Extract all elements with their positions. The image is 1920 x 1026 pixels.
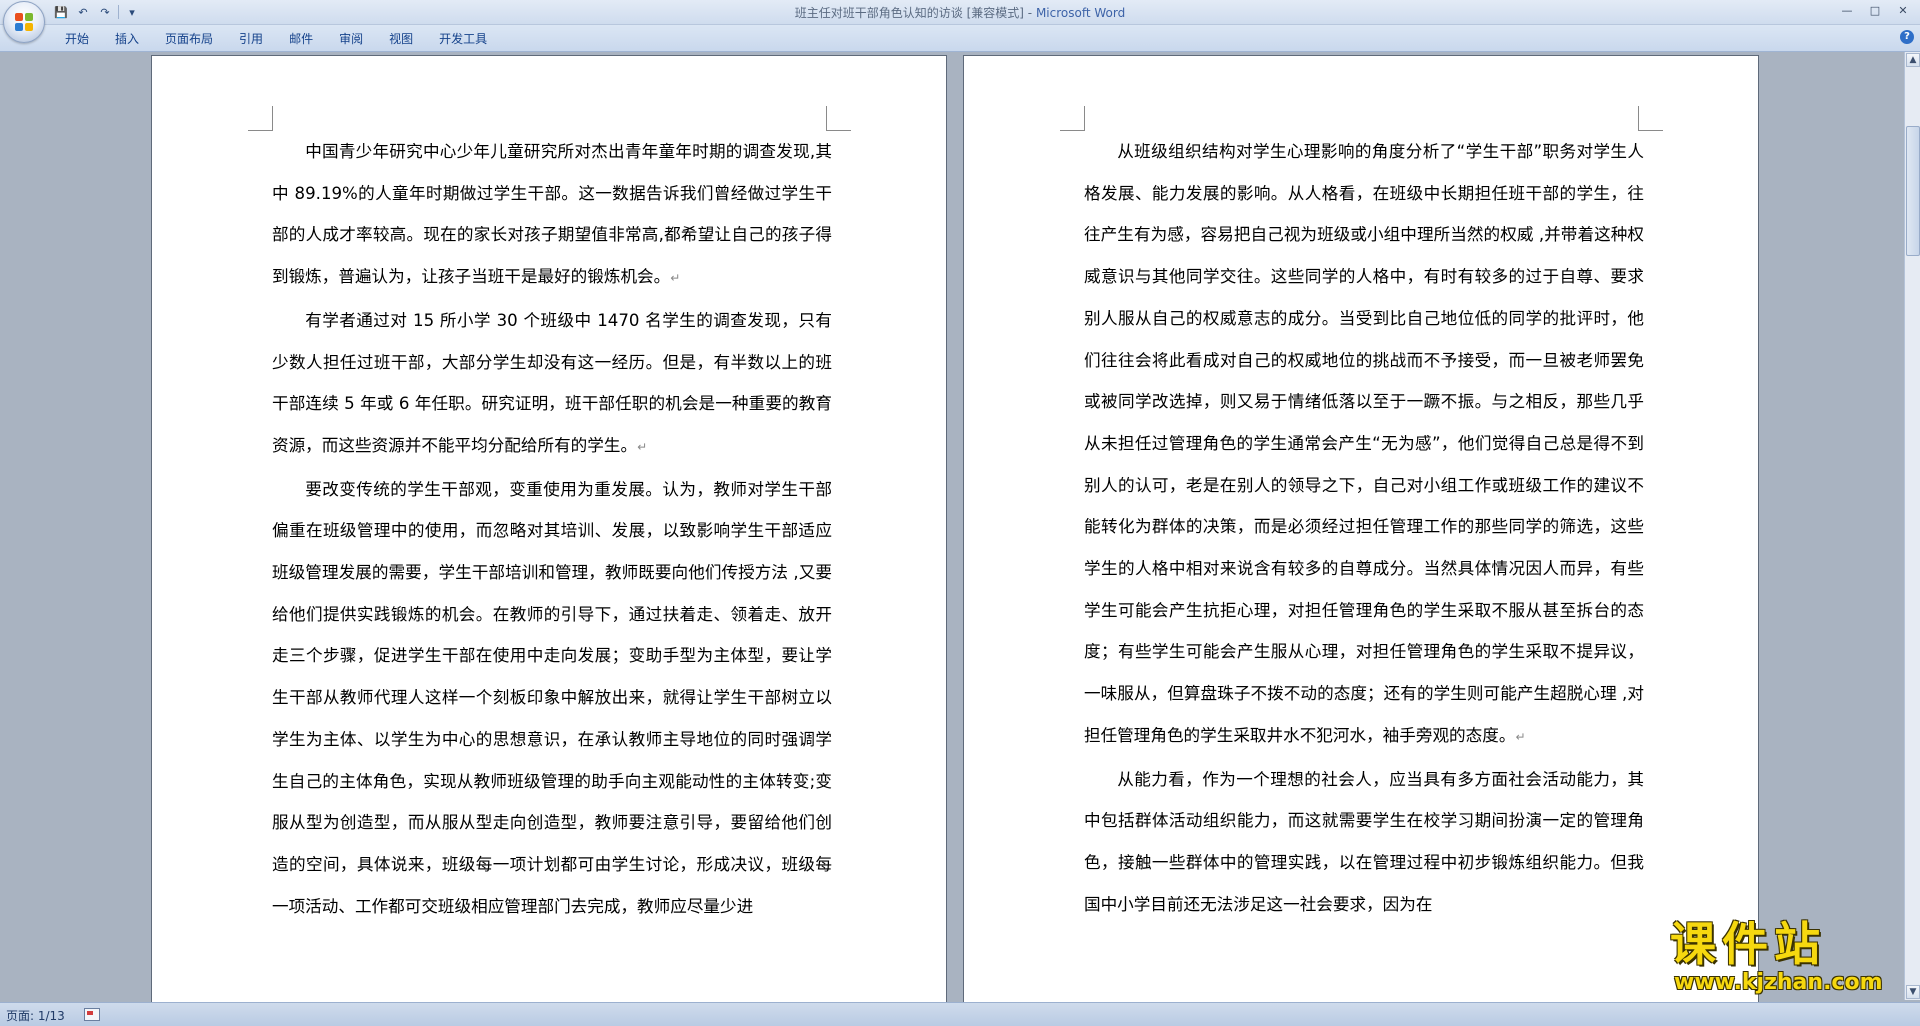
- title-bar: 💾 ↶ ↷ ▾ 班主任对班干部角色认知的访谈 [兼容模式] - Microsof…: [0, 0, 1920, 43]
- margin-corner-top-left: [1060, 106, 1085, 131]
- help-icon[interactable]: ?: [1900, 30, 1914, 44]
- close-button[interactable]: ✕: [1890, 2, 1916, 19]
- window-controls: — □ ✕: [1834, 2, 1916, 19]
- tab-page-layout[interactable]: 页面布局: [152, 29, 226, 49]
- paragraph: 要改变传统的学生干部观，变重使用为重发展。认为，教师对学生干部偏重在班级管理中的…: [272, 469, 832, 928]
- paragraph-mark: ↵: [670, 271, 681, 286]
- app-name: Microsoft Word: [1035, 6, 1126, 20]
- paragraph-mark: ↵: [637, 439, 648, 454]
- status-bar: 页面: 1/13: [0, 1002, 1920, 1026]
- margin-corner-top-left: [248, 106, 273, 131]
- paragraph-text: 从班级组织结构对学生心理影响的角度分析了“学生干部”职务对学生人格发展、能力发展…: [1084, 142, 1644, 745]
- title-separator: -: [1023, 6, 1036, 20]
- proofing-status-icon[interactable]: [84, 1008, 100, 1021]
- tab-review[interactable]: 审阅: [326, 29, 376, 49]
- paragraph-text: 从能力看，作为一个理想的社会人，应当具有多方面社会活动能力，其中包括群体活动组织…: [1084, 769, 1644, 914]
- vertical-scrollbar[interactable]: ▲ ▼: [1904, 52, 1920, 1000]
- paragraph-text: 要改变传统的学生干部观，变重使用为重发展。认为，教师对学生干部偏重在班级管理中的…: [272, 479, 832, 916]
- document-area: 中国青少年研究中心少年儿童研究所对杰出青年童年时期的调查发现,其中 89.19%…: [0, 52, 1904, 1002]
- paragraph: 从能力看，作为一个理想的社会人，应当具有多方面社会活动能力，其中包括群体活动组织…: [1084, 759, 1644, 926]
- watermark: 课件站 www.kjzhan.com: [1670, 918, 1902, 998]
- tab-home[interactable]: 开始: [52, 29, 102, 49]
- tab-view[interactable]: 视图: [376, 29, 426, 49]
- watermark-title: 课件站: [1670, 917, 1826, 971]
- office-button[interactable]: [3, 1, 45, 43]
- margin-corner-top-right: [1638, 106, 1663, 131]
- paragraph: 有学者通过对 15 所小学 30 个班级中 1470 名学生的调查发现，只有少数…: [272, 300, 832, 469]
- scroll-down-icon[interactable]: ▼: [1906, 985, 1920, 999]
- paragraph-mark: ↵: [1515, 729, 1526, 744]
- tab-insert[interactable]: 插入: [102, 29, 152, 49]
- document-page-right[interactable]: 从班级组织结构对学生心理影响的角度分析了“学生干部”职务对学生人格发展、能力发展…: [964, 56, 1758, 1002]
- page-left-text[interactable]: 中国青少年研究中心少年儿童研究所对杰出青年童年时期的调查发现,其中 89.19%…: [272, 131, 832, 927]
- maximize-button[interactable]: □: [1862, 2, 1888, 19]
- page-right-text[interactable]: 从班级组织结构对学生心理影响的角度分析了“学生干部”职务对学生人格发展、能力发展…: [1084, 131, 1644, 925]
- minimize-button[interactable]: —: [1834, 2, 1860, 19]
- paragraph-text: 中国青少年研究中心少年儿童研究所对杰出青年童年时期的调查发现,其中 89.19%…: [272, 142, 832, 287]
- ribbon-tabs: 开始 插入 页面布局 引用 邮件 审阅 视图 开发工具 ?: [0, 25, 1920, 52]
- ribbon-tab-list: 开始 插入 页面布局 引用 邮件 审阅 视图 开发工具: [52, 29, 500, 49]
- tab-developer[interactable]: 开发工具: [426, 29, 500, 49]
- tab-mailings[interactable]: 邮件: [276, 29, 326, 49]
- tab-references[interactable]: 引用: [226, 29, 276, 49]
- scrollbar-thumb[interactable]: [1906, 126, 1920, 256]
- paragraph: 从班级组织结构对学生心理影响的角度分析了“学生干部”职务对学生人格发展、能力发展…: [1084, 131, 1644, 759]
- paragraph: 中国青少年研究中心少年儿童研究所对杰出青年童年时期的调查发现,其中 89.19%…: [272, 131, 832, 300]
- watermark-url: www.kjzhan.com: [1674, 970, 1883, 995]
- margin-corner-top-right: [826, 106, 851, 131]
- page-count-status[interactable]: 页面: 1/13: [6, 1007, 65, 1024]
- window-title: 班主任对班干部角色认知的访谈 [兼容模式] - Microsoft Word: [0, 4, 1920, 21]
- scroll-up-icon[interactable]: ▲: [1906, 53, 1920, 67]
- office-logo-icon: [15, 13, 33, 31]
- document-page-left[interactable]: 中国青少年研究中心少年儿童研究所对杰出青年童年时期的调查发现,其中 89.19%…: [152, 56, 946, 1002]
- document-title: 班主任对班干部角色认知的访谈 [兼容模式]: [794, 6, 1024, 20]
- paragraph-text: 有学者通过对 15 所小学 30 个班级中 1470 名学生的调查发现，只有少数…: [272, 310, 832, 455]
